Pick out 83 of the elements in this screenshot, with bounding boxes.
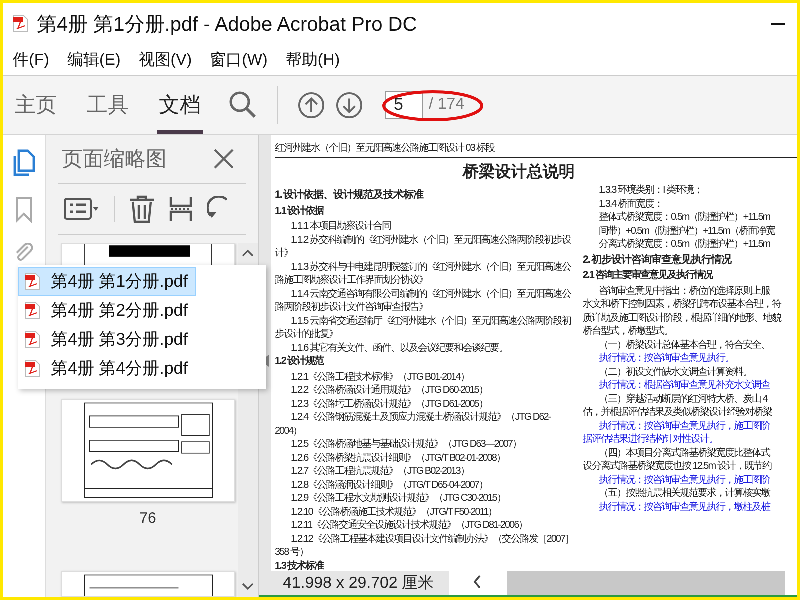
- paragraph: 1.2.4《公路钢筋混凝土及预应力混凝土桥涵设计规范》（JTG D62-2004）: [275, 411, 552, 438]
- menu-item[interactable]: 帮助(H): [286, 50, 340, 70]
- paragraph: （二）初设文件缺水文调查计算资料。: [598, 366, 753, 379]
- paragraph: 1.1.2 苏交科编制的《红河州建水（个旧）至元阳高速公路两阶段初步设计》: [275, 234, 572, 260]
- pdf-file-icon: [25, 272, 41, 290]
- paragraph: 1.2.5《公路桥涵地基与基础设计规范》（JTG D63—2007）: [290, 438, 522, 452]
- section-heading: 1.1 设计依据: [275, 204, 326, 218]
- pdf-file-icon: [25, 330, 41, 348]
- paragraph: 整体式桥梁宽度：0.5m（防撞护栏）+11.5m: [598, 211, 772, 224]
- paragraph: 1.2.6《公路桥梁抗震设计细则》（JTG/T B02-01-2008）: [290, 452, 506, 465]
- paragraph: 水文和桥下控制因素，桥梁孔跨布设基本合理，符: [583, 298, 782, 312]
- paragraph: 执行情况：按咨询审查意见执行，施工图阶: [598, 420, 772, 433]
- page-thumbnail[interactable]: [61, 570, 235, 597]
- scroll-up-icon[interactable]: [242, 249, 254, 257]
- paragraph: 1.2.9《公路工程水文勘测设计规范》（JTG C30-2015）: [290, 492, 507, 506]
- paragraph: 估，并根据评估结果及类似桥梁设计经验对桥梁: [583, 406, 774, 420]
- paragraph: 1.2.11《公路交通安全设施设计技术规范》（JTG D81-2006）: [290, 519, 529, 532]
- document-title: 桥梁设计总说明: [463, 162, 575, 183]
- paragraph: 1.2.1《公路工程技术标准》（JTG B01-2014）: [290, 370, 470, 384]
- pdf-file-icon: [25, 302, 41, 320]
- file-menu-item[interactable]: 第4册 第4分册.pdf: [18, 354, 196, 383]
- panel-title: 页面缩略图: [62, 147, 167, 173]
- close-icon[interactable]: [214, 149, 234, 169]
- section-heading: 2.1 咨询主要审查意见及执行情况: [583, 269, 714, 282]
- paragraph: 1.3.3 环境类别：I 类环境；: [598, 184, 704, 198]
- paragraph: 桥台型式，桥墩型式。: [583, 325, 674, 338]
- section-heading: 1.3 技术标准: [275, 560, 326, 571]
- paragraph: 质详勘及施工图设计阶段，根据详细的地形、地貌: [583, 312, 782, 325]
- paperclip-icon[interactable]: [14, 243, 34, 263]
- section-heading: 2. 初步设计咨询审查意见执行情况: [583, 254, 733, 267]
- paragraph: 执行情况：根据咨询审查意见补充水文调查: [598, 379, 772, 392]
- pdf-file-icon: [25, 360, 41, 378]
- paragraph: 执行情况：按咨询审查意见执行。: [598, 352, 735, 366]
- scroll-down-icon[interactable]: [242, 583, 254, 591]
- trash-icon[interactable]: [129, 195, 155, 223]
- menu-item[interactable]: 视图(V): [138, 50, 192, 70]
- paragraph: 间带）+0.5m（防撞护栏）+11.5m（桥面净宽: [598, 224, 776, 238]
- menu-item[interactable]: 窗口(W): [210, 50, 268, 70]
- paragraph: 咨询审查意见中指出：桥位的选择原则上服: [598, 284, 772, 298]
- paragraph: 1.1.5 云南省交通运输厅《红河州建水（个旧）至元阳高速公路两阶段初步设计的批复》: [275, 314, 572, 342]
- page-header: 红河州建水（个旧）至元阳高速公路施工图设计 03 标段: [275, 141, 797, 158]
- menu-item[interactable]: 编辑(E): [67, 50, 121, 70]
- window-title: 第4册 第1分册.pdf - Adobe Acrobat Pro DC: [37, 12, 418, 38]
- page-thumbnail[interactable]: [61, 398, 235, 502]
- arrow-down-circle-icon[interactable]: [336, 92, 363, 118]
- paragraph: 1.2.2《公路桥涵设计通用规范》（JTG D60-2015）: [290, 384, 489, 398]
- arrow-up-circle-icon[interactable]: [298, 92, 325, 118]
- list-menu-icon[interactable]: [64, 198, 100, 220]
- pages-icon[interactable]: [12, 149, 36, 177]
- paragraph: 1.2.12《公路工程基本建设项目设计文件编制办法》（交公路发［2007］358 号）: [275, 532, 575, 560]
- menu-item[interactable]: 件(F): [13, 50, 50, 70]
- paragraph: 1.3.4 桥面宽度：: [598, 198, 664, 211]
- paragraph: 据评估结果进行结构针对性设计。: [583, 433, 719, 446]
- section-heading: 1.2 设计规范: [275, 355, 326, 368]
- paragraph: 1.2.10《公路桥涵施工技术规范》（JTG/T F50-2011）: [290, 506, 498, 519]
- extract-pages-icon[interactable]: [169, 196, 193, 222]
- search-icon[interactable]: [229, 91, 257, 119]
- file-menu-item[interactable]: 第4册 第2分册.pdf: [18, 296, 196, 325]
- paragraph: （四）本项目分离式路基桥梁宽度比整体式: [598, 446, 772, 460]
- paragraph: 分离式桥梁宽度：0.5m（防撞护栏）+11.5m: [598, 238, 772, 252]
- paragraph: （一）桥梁设计总体基本合理，符合安全、: [598, 338, 771, 352]
- paragraph: （五）按照抗震相关规范要求，计算核实墩: [598, 487, 772, 500]
- paragraph: 1.2.7《公路工程抗震规范》（JTG B02-2013）: [290, 465, 470, 478]
- paragraph: 执行情况：按咨询审查意见执行，施工图阶: [598, 474, 772, 487]
- file-menu-item[interactable]: 第4册 第1分册.pdf: [18, 267, 196, 296]
- horizontal-scrollbar[interactable]: [507, 571, 785, 595]
- section-heading: 1. 设计依据、设计规范及技术标准: [275, 189, 425, 202]
- page-total: / 174: [429, 96, 465, 114]
- toolbar-tab[interactable]: 工具: [85, 76, 131, 134]
- paragraph: 1.2.3《公路圬工桥涵设计规范》（JTG D61-2005）: [290, 398, 489, 411]
- file-menu-item[interactable]: 第4册 第3分册.pdf: [18, 325, 196, 354]
- paragraph: （三）穿越活动断层的红河特大桥、炭山 4: [598, 392, 769, 406]
- page-size-text: 41.998 x 29.702 厘米: [259, 571, 449, 595]
- toolbar-tab[interactable]: 主页: [13, 76, 59, 134]
- paragraph: 1.1.3 苏交科与中电建昆明院签订的《红河州建水（个旧）至元阳高速公路施工图勘察设计工作界面划分协议》: [275, 260, 572, 288]
- paragraph: 设分离式路基桥梁宽度也按 12.5m 设计，既节约: [583, 460, 773, 474]
- page-number-label: 76: [140, 510, 156, 527]
- paragraph: 1.2.8《公路涵洞设计细则》（JTG/T D65-04-2007）: [290, 478, 489, 492]
- paragraph: 1.1.6 其它有关文件、函件、以及会议纪要和会谈纪要。: [290, 342, 510, 355]
- paragraph: 执行情况：按咨询审查意见执行，墩柱及桩: [598, 500, 772, 514]
- paragraph: 1.1.4 云南交通咨询有限公司编制的《红河州建水（个旧）至元阳高速公路两阶段初步设计文件咨询审查报告》: [275, 288, 572, 314]
- paragraph: 1.1.1 本项目勘察设计合同: [290, 220, 392, 234]
- pdf-file-icon: [13, 15, 29, 33]
